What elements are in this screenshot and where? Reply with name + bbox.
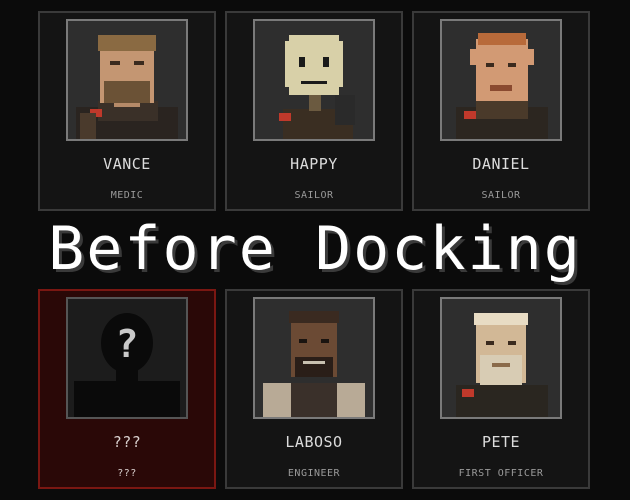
crew-card-unknown[interactable]: ? ??? ???	[38, 289, 216, 489]
laboso-portrait-icon	[253, 297, 375, 419]
crew-role: ENGINEER	[287, 468, 341, 479]
unknown-silhouette-icon: ?	[66, 297, 188, 419]
crew-name: HAPPY	[290, 155, 338, 173]
svg-text:?: ?	[116, 322, 139, 366]
crew-name: DANIEL	[472, 155, 530, 173]
crew-card-vance[interactable]: VANCE MEDIC	[38, 11, 216, 211]
crew-name: LABOSO	[285, 433, 343, 451]
crew-name: VANCE	[103, 155, 151, 173]
crew-role: SAILOR	[294, 190, 334, 201]
happy-portrait-icon	[253, 19, 375, 141]
vance-portrait-icon	[66, 19, 188, 141]
crew-card-laboso[interactable]: LABOSO ENGINEER	[225, 289, 403, 489]
crew-role: SAILOR	[481, 190, 521, 201]
crew-role: ???	[117, 468, 137, 479]
daniel-portrait-icon	[440, 19, 562, 141]
crew-name: PETE	[481, 433, 521, 451]
crew-card-pete[interactable]: PETE FIRST OFFICER	[412, 289, 590, 489]
crew-card-happy[interactable]: HAPPY SAILOR	[225, 11, 403, 211]
page-title: Before Docking	[48, 214, 582, 284]
crew-name: ???	[112, 433, 142, 451]
crew-role: FIRST OFFICER	[458, 468, 544, 479]
crew-role: MEDIC	[110, 190, 144, 201]
crew-card-daniel[interactable]: DANIEL SAILOR	[412, 11, 590, 211]
pete-portrait-icon	[440, 297, 562, 419]
